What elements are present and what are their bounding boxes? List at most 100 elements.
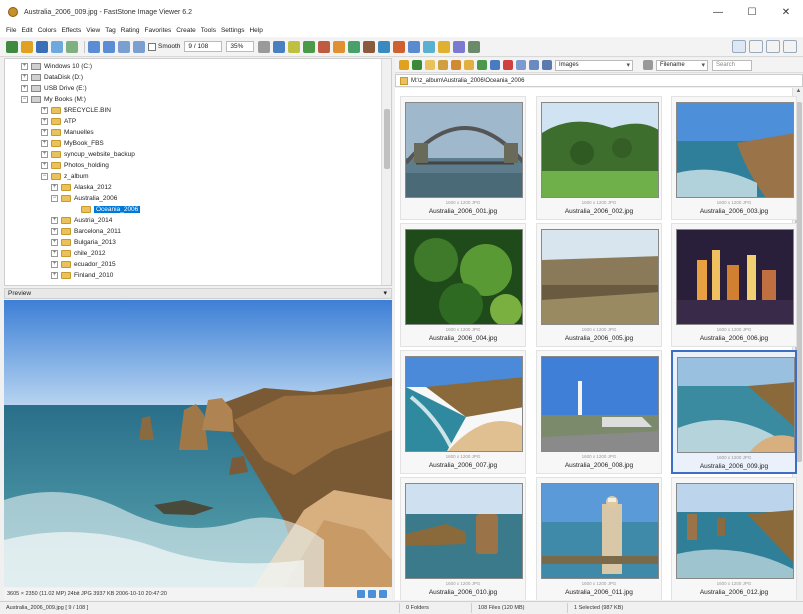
address-bar[interactable]: M:\z_album\Australia_2006\Oceania_2006: [395, 74, 803, 87]
expand-icon[interactable]: +: [41, 117, 48, 125]
menu-item-effects[interactable]: Effects: [61, 27, 81, 34]
scan-icon[interactable]: [423, 40, 436, 53]
tree-item[interactable]: + USB Drive (E:): [21, 83, 87, 93]
print-icon[interactable]: [408, 40, 421, 53]
thumbnail[interactable]: 1600 x 1200 JPG Australia_2006_008.jpg: [536, 350, 662, 474]
fit-preview-icon[interactable]: [357, 590, 365, 598]
tree-item[interactable]: + Bulgaria_2013: [51, 237, 116, 247]
minimize-button[interactable]: —: [701, 0, 735, 24]
tree-item[interactable]: + DataDisk (D:): [21, 72, 83, 82]
expand-icon[interactable]: +: [41, 128, 48, 136]
preview-image[interactable]: [4, 300, 392, 587]
effects-icon[interactable]: [348, 40, 361, 53]
expand-icon[interactable]: +: [51, 260, 58, 268]
thumbnail[interactable]: 1600 x 1200 JPG Australia_2006_005.jpg: [536, 223, 662, 347]
collapse-icon[interactable]: −: [51, 194, 58, 202]
tree-item[interactable]: + Photos_holding: [41, 160, 109, 170]
refresh-icon[interactable]: [412, 60, 422, 70]
expand-icon[interactable]: +: [51, 227, 58, 235]
actual-size-icon[interactable]: [133, 40, 145, 53]
tree-item[interactable]: + Austria_2014: [51, 215, 112, 225]
zoom-out-icon[interactable]: [103, 40, 115, 53]
page-field[interactable]: 9 / 108: [184, 41, 223, 52]
tree-item[interactable]: + Manuelles: [41, 127, 94, 137]
expand-icon[interactable]: +: [21, 73, 28, 81]
menu-item-settings[interactable]: Settings: [221, 27, 245, 34]
menu-item-tools[interactable]: Tools: [201, 27, 216, 34]
expand-icon[interactable]: +: [51, 238, 58, 246]
tree-item[interactable]: + Finland_2010: [51, 270, 113, 280]
slideshow-icon[interactable]: [378, 40, 391, 53]
layout-browser-icon[interactable]: [732, 40, 746, 53]
tree-item[interactable]: + chile_2012: [51, 248, 105, 258]
tree-item[interactable]: + $RECYCLE.BIN: [41, 105, 111, 115]
expand-icon[interactable]: +: [21, 84, 28, 92]
zoom-field[interactable]: 35%: [226, 41, 255, 52]
draw-icon[interactable]: [333, 40, 346, 53]
expand-icon[interactable]: +: [51, 183, 58, 191]
expand-icon[interactable]: +: [51, 271, 58, 279]
browse-folder-icon[interactable]: [21, 40, 33, 53]
folder-tree[interactable]: + Windows 10 (C:) + DataDisk (D:) + USB Drive…: [4, 58, 392, 286]
expand-icon[interactable]: +: [41, 106, 48, 114]
thumbnail[interactable]: 1600 x 1200 JPG Australia_2006_004.jpg: [400, 223, 526, 347]
contact-sheet-icon[interactable]: [438, 40, 451, 53]
thumbnail-grid[interactable]: ▲ 1600 x 1200 JPG Australia_2006_001.jpg 1…: [395, 88, 803, 600]
tree-item[interactable]: − My Books (M:): [21, 94, 86, 104]
expand-icon[interactable]: +: [21, 62, 28, 70]
compare-icon[interactable]: [363, 40, 376, 53]
menu-item-edit[interactable]: Edit: [21, 27, 32, 34]
layout-preview-icon[interactable]: [749, 40, 763, 53]
layout-full-icon[interactable]: [783, 40, 797, 53]
filter-dropdown[interactable]: Images: [555, 59, 633, 71]
preview-collapse-icon[interactable]: ▾: [383, 289, 387, 297]
maximize-button[interactable]: ☐: [735, 0, 769, 24]
select-all-icon[interactable]: [516, 60, 526, 70]
thumbnail[interactable]: 1600 x 1200 JPG Australia_2006_012.jpg: [671, 477, 797, 600]
thumbnail[interactable]: 1600 x 1200 JPG Australia_2006_001.jpg: [400, 96, 526, 220]
tree-item[interactable]: − Australia_2006: [51, 193, 117, 203]
thumbnail[interactable]: 1600 x 1200 JPG Australia_2006_009.jpg: [671, 350, 797, 474]
resize-icon[interactable]: [273, 40, 286, 53]
wallpaper-icon[interactable]: [453, 40, 466, 53]
expand-icon[interactable]: +: [41, 161, 48, 169]
actual-preview-icon[interactable]: [368, 590, 376, 598]
tree-item[interactable]: + ATP: [41, 116, 76, 126]
expand-icon[interactable]: +: [51, 216, 58, 224]
save-icon[interactable]: [36, 40, 48, 53]
menu-item-help[interactable]: Help: [249, 27, 262, 34]
tree-item[interactable]: − z_album: [41, 171, 89, 181]
folder-up-icon[interactable]: [399, 60, 409, 70]
tree-item[interactable]: + Windows 10 (C:): [21, 61, 92, 71]
email-icon[interactable]: [66, 40, 78, 53]
tree-item[interactable]: + Barcelona_2011: [51, 226, 121, 236]
expand-icon[interactable]: +: [41, 150, 48, 158]
red-eye-icon[interactable]: [318, 40, 331, 53]
tree-item[interactable]: + ecuador_2015: [51, 259, 116, 269]
menu-item-favorites[interactable]: Favorites: [145, 27, 172, 34]
collapse-icon[interactable]: −: [21, 95, 28, 103]
delete-icon[interactable]: [503, 60, 513, 70]
tree-item[interactable]: Oceania_2006: [71, 204, 141, 214]
thumbnail[interactable]: 1600 x 1200 JPG Australia_2006_003.jpg: [671, 96, 797, 220]
menu-item-file[interactable]: File: [6, 27, 16, 34]
smooth-checkbox[interactable]: Smooth: [148, 42, 180, 51]
zoom-in-icon[interactable]: [88, 40, 100, 53]
move-to-icon[interactable]: [451, 60, 461, 70]
new-folder-icon[interactable]: [425, 60, 435, 70]
menu-item-colors[interactable]: Colors: [38, 27, 57, 34]
menu-item-view[interactable]: View: [86, 27, 100, 34]
open-icon[interactable]: [6, 40, 18, 53]
tree-item[interactable]: + MyBook_FBS: [41, 138, 104, 148]
sort-order-icon[interactable]: [643, 60, 653, 70]
expand-icon[interactable]: +: [51, 249, 58, 257]
save-as-icon[interactable]: [51, 40, 63, 53]
rotate-icon[interactable]: [477, 60, 487, 70]
view-mode-icon[interactable]: [542, 60, 552, 70]
menu-item-tag[interactable]: Tag: [105, 27, 115, 34]
expand-icon[interactable]: +: [41, 139, 48, 147]
batch-convert-icon[interactable]: [393, 40, 406, 53]
sort-dropdown[interactable]: Filename: [656, 59, 708, 71]
color-adjust-icon[interactable]: [303, 40, 316, 53]
thumbnail-size-icon[interactable]: [529, 60, 539, 70]
